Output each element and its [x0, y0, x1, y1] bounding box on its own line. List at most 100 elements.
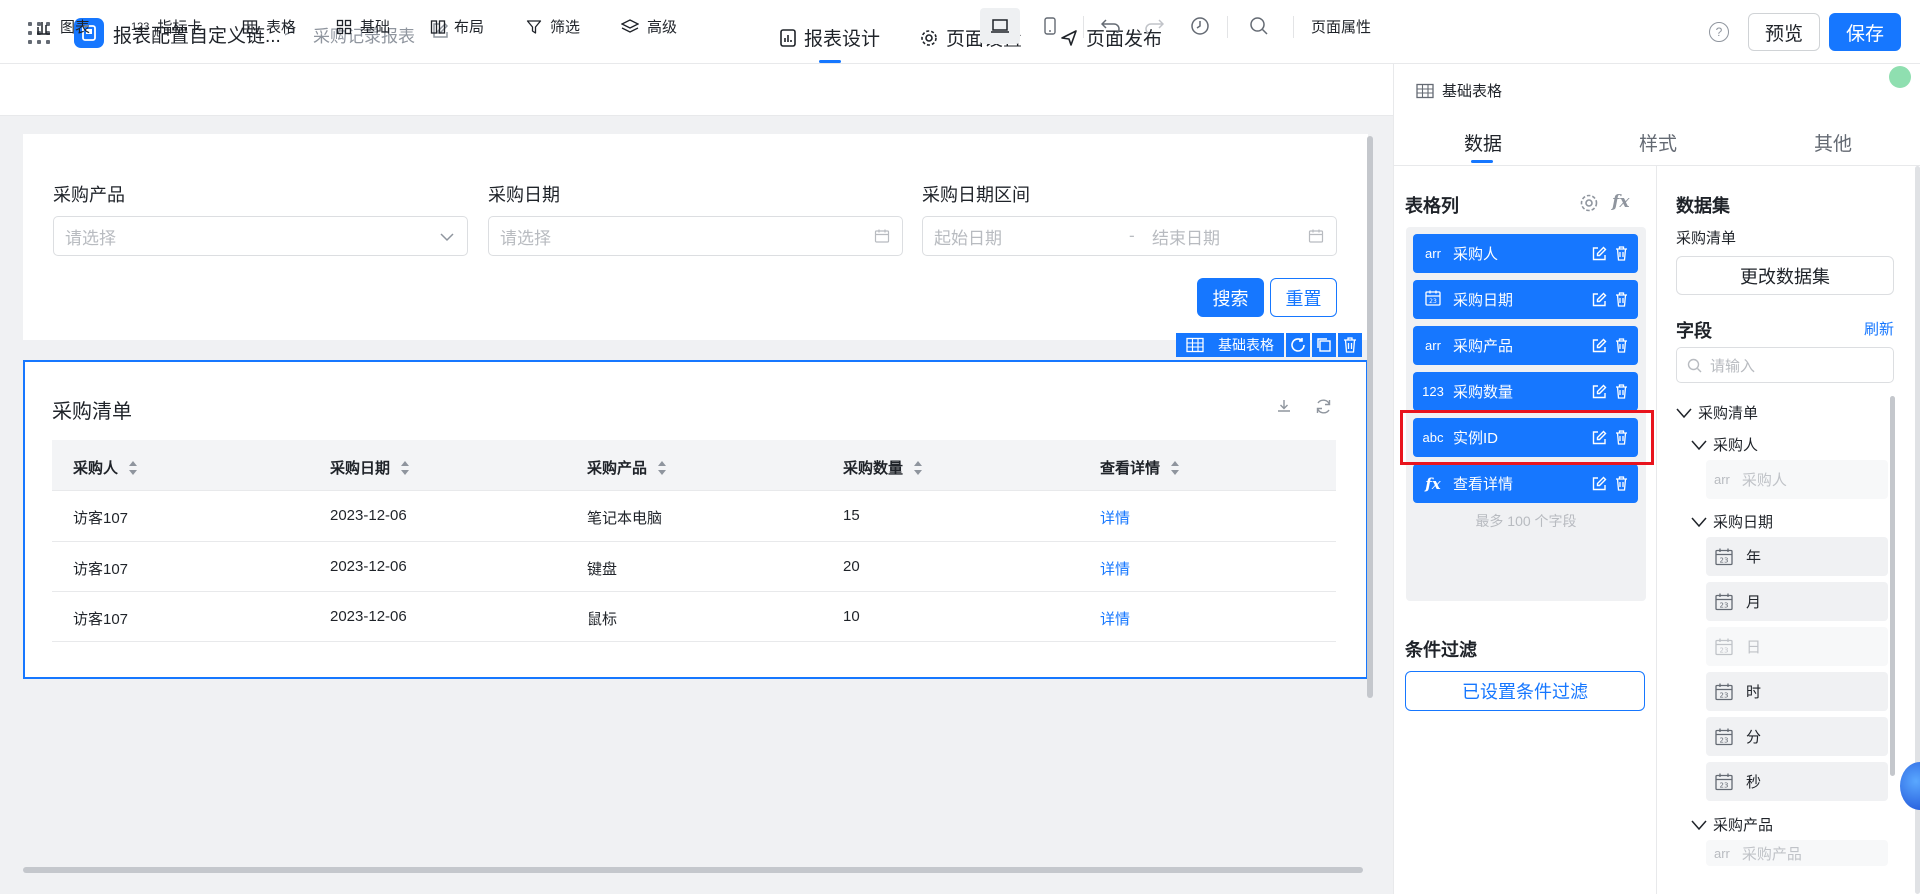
column-settings-icon[interactable]	[1579, 193, 1599, 218]
tree-node-date[interactable]: 采购日期	[1691, 511, 1773, 532]
redo-button[interactable]	[1134, 8, 1174, 44]
sort-icon[interactable]	[128, 460, 138, 476]
column-item[interactable]: arr 采购产品	[1413, 326, 1638, 365]
table-cell: 访客107	[73, 510, 129, 527]
refresh-component-button[interactable]	[1286, 333, 1310, 357]
field-leaf[interactable]: arr 采购人	[1706, 460, 1888, 499]
edit-icon[interactable]	[1592, 338, 1607, 353]
column-header[interactable]: 采购产品	[587, 457, 667, 478]
formula-icon[interactable]: fx	[1612, 192, 1629, 212]
edit-icon[interactable]	[1592, 384, 1607, 399]
svg-text:23: 23	[1720, 736, 1729, 744]
edit-icon[interactable]	[1592, 246, 1607, 261]
desktop-view-button[interactable]	[980, 8, 1020, 44]
tree-node-buyer[interactable]: 采购人	[1691, 434, 1758, 455]
save-button[interactable]: 保存	[1829, 13, 1901, 51]
help-icon[interactable]: ?	[1709, 22, 1729, 42]
history-button[interactable]	[1180, 8, 1220, 44]
field-leaf-label: 月	[1746, 594, 1762, 611]
tree-node-label: 采购人	[1713, 437, 1759, 454]
table-cell: 2023-12-06	[330, 608, 407, 625]
sort-icon[interactable]	[400, 460, 410, 476]
toolbar-basic[interactable]: 基础	[336, 16, 390, 37]
delete-component-button[interactable]	[1338, 333, 1362, 357]
product-select[interactable]: 请选择	[53, 216, 468, 256]
toolbar-chart[interactable]: 图表	[36, 16, 90, 37]
toolbar-layout[interactable]: 布局	[430, 16, 484, 37]
download-icon[interactable]	[1276, 398, 1292, 419]
column-item-label: 采购日期	[1453, 292, 1514, 309]
copy-component-button[interactable]	[1312, 333, 1336, 357]
field-leaf[interactable]: 23 年	[1706, 537, 1888, 576]
canvas-vertical-scrollbar[interactable]	[1367, 136, 1373, 698]
column-header-label: 采购人	[73, 460, 119, 477]
fields-scrollbar[interactable]	[1890, 396, 1895, 776]
trash-icon[interactable]	[1615, 384, 1628, 399]
edit-icon[interactable]	[1592, 292, 1607, 307]
toolbar-metric-card[interactable]: 123 指标卡	[131, 16, 202, 37]
panel-component-header: 基础表格	[1416, 80, 1502, 101]
sort-icon[interactable]	[1170, 460, 1180, 476]
condition-filter-title: 条件过滤	[1405, 640, 1477, 660]
trash-icon[interactable]	[1615, 246, 1628, 261]
search-button[interactable]: 搜索	[1197, 278, 1264, 317]
date-picker[interactable]: 请选择	[488, 216, 903, 256]
field-leaf[interactable]: 23 月	[1706, 582, 1888, 621]
field-leaf[interactable]: 23 秒	[1706, 762, 1888, 801]
selected-component-tag[interactable]: 基础表格	[1176, 333, 1284, 357]
sort-icon[interactable]	[913, 460, 923, 476]
edit-icon[interactable]	[1592, 476, 1607, 491]
field-leaf[interactable]: 23 时	[1706, 672, 1888, 711]
trash-icon[interactable]	[1615, 338, 1628, 353]
undo-button[interactable]	[1091, 8, 1131, 44]
trash-icon[interactable]	[1615, 292, 1628, 307]
tree-node-product[interactable]: 采购产品	[1691, 814, 1773, 835]
canvas-horizontal-scrollbar[interactable]	[23, 867, 1363, 873]
toolbar-filter[interactable]: 筛选	[526, 16, 580, 37]
field-leaf[interactable]: arr 采购产品	[1706, 840, 1888, 866]
column-header[interactable]: 查看详情	[1100, 457, 1180, 478]
date-range-picker[interactable]: 起始日期 - 结束日期	[922, 216, 1337, 256]
mobile-view-button[interactable]	[1030, 8, 1070, 44]
tree-node-label: 采购清单	[1698, 405, 1759, 422]
date-filter-label: 采购日期	[488, 185, 560, 205]
reset-button[interactable]: 重置	[1270, 278, 1337, 317]
column-header[interactable]: 采购人	[73, 457, 138, 478]
tab-report-design[interactable]: 报表设计	[780, 24, 880, 51]
column-header[interactable]: 采购数量	[843, 457, 923, 478]
toolbar-table[interactable]: 表格	[242, 16, 296, 37]
detail-link[interactable]: 详情	[1100, 608, 1130, 629]
sort-icon[interactable]	[657, 460, 667, 476]
array-type-icon: arr	[1425, 338, 1441, 353]
detail-link[interactable]: 详情	[1100, 558, 1130, 579]
page-properties-button[interactable]: 页面属性	[1311, 16, 1371, 37]
status-indicator	[1889, 66, 1911, 88]
column-item[interactable]: fx 查看详情	[1413, 464, 1638, 503]
column-header-label: 采购日期	[330, 460, 391, 477]
detail-link[interactable]: 详情	[1100, 507, 1130, 528]
field-leaf[interactable]: 23 日	[1706, 627, 1888, 666]
refresh-icon[interactable]	[1315, 398, 1332, 420]
table-cell: 访客107	[73, 611, 129, 628]
preview-button[interactable]: 预览	[1748, 13, 1820, 51]
toolbar-advanced[interactable]: 高级	[621, 16, 677, 37]
panel-tab-style[interactable]: 样式	[1639, 129, 1677, 156]
condition-filter-button[interactable]: 已设置条件过滤	[1405, 671, 1645, 711]
refresh-fields-link[interactable]: 刷新	[1864, 318, 1894, 339]
change-dataset-button[interactable]: 更改数据集	[1676, 256, 1894, 295]
panel-tab-other[interactable]: 其他	[1814, 129, 1852, 156]
search-button[interactable]	[1239, 8, 1279, 44]
column-header[interactable]: 采购日期	[330, 457, 410, 478]
number-icon: 123	[131, 20, 150, 33]
column-item[interactable]: 123 采购数量	[1413, 372, 1638, 411]
field-search-input[interactable]: 请输入	[1676, 347, 1894, 383]
tree-node-root[interactable]: 采购清单	[1676, 402, 1758, 423]
field-leaf[interactable]: 23 分	[1706, 717, 1888, 756]
purchase-table-card[interactable]	[23, 360, 1368, 679]
panel-tab-data[interactable]: 数据	[1464, 129, 1502, 156]
trash-icon[interactable]	[1615, 476, 1628, 491]
column-item[interactable]: arr 采购人	[1413, 234, 1638, 273]
column-item[interactable]: 23 采购日期	[1413, 280, 1638, 319]
range-start-placeholder: 起始日期	[934, 228, 1002, 248]
table-title: 采购清单	[52, 401, 132, 423]
